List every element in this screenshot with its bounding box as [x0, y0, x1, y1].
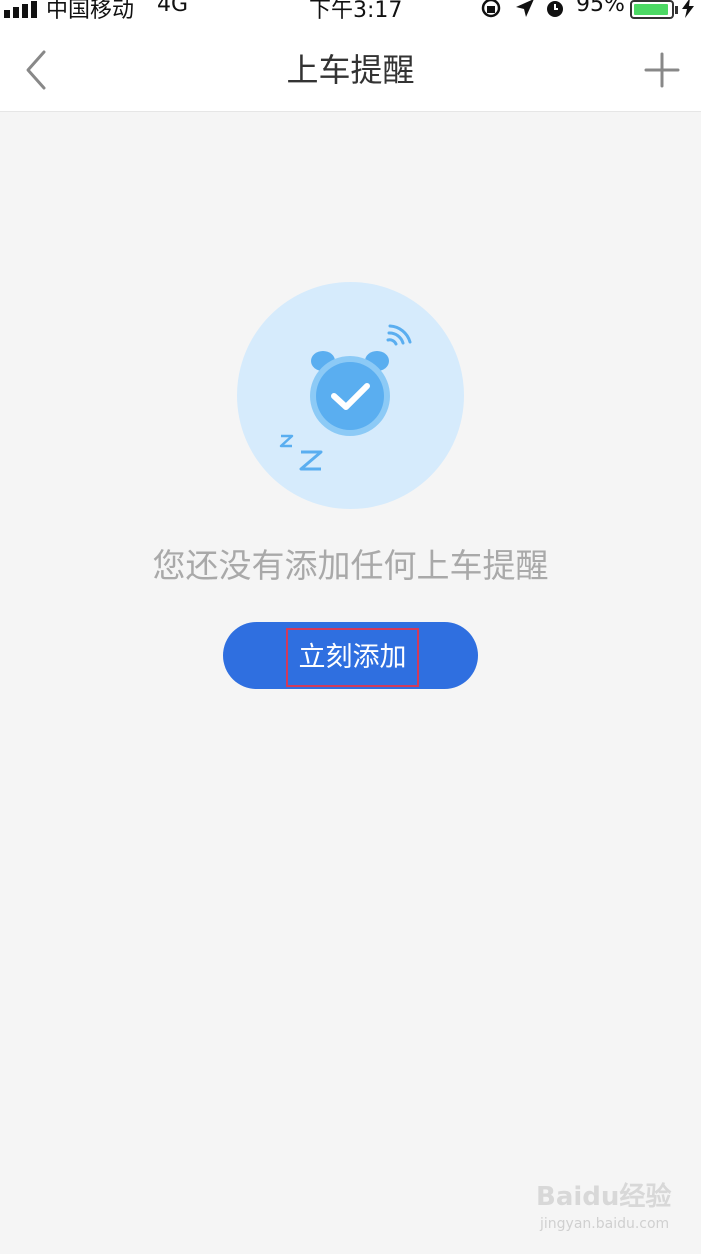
location-icon	[516, 0, 534, 17]
empty-message: 您还没有添加任何上车提醒	[152, 546, 549, 585]
baidu-watermark: Baidu经验 jingyan.baidu.com	[536, 1180, 671, 1238]
alarm-icon	[547, 1, 563, 17]
charging-icon	[682, 0, 694, 18]
page-title: 上车提醒	[286, 51, 415, 89]
add-now-button-label[interactable]: 立刻添加	[286, 628, 419, 687]
status-bar: 中国移动 4G 下午3:17 95%	[0, 0, 701, 24]
carrier-name: 中国移动	[46, 0, 135, 23]
add-button[interactable]	[640, 48, 684, 92]
rotation-lock-icon	[481, 0, 501, 18]
battery-percent: 95%	[576, 0, 625, 17]
watermark-brand: Baidu经验	[536, 1182, 672, 1212]
status-time: 下午3:17	[309, 0, 403, 23]
nav-bar: 上车提醒	[0, 24, 701, 112]
watermark-url: jingyan.baidu.com	[540, 1216, 670, 1232]
alarm-clock-icon	[237, 282, 464, 509]
battery-icon	[630, 0, 678, 19]
network-type: 4G	[157, 0, 189, 17]
signal-icon	[4, 1, 37, 18]
